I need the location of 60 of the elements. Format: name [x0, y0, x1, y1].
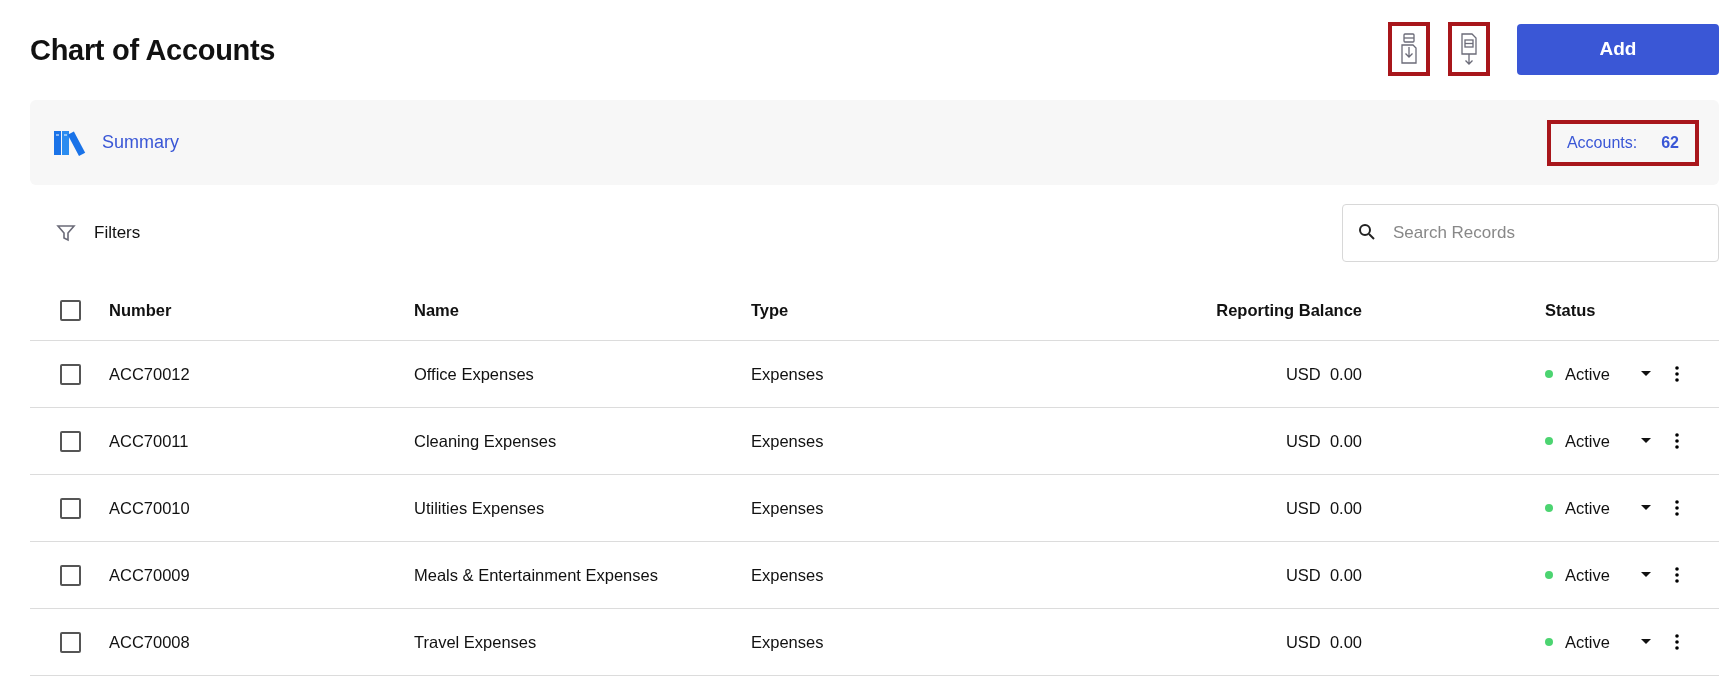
caret-icon[interactable]	[1641, 505, 1651, 511]
export-button[interactable]	[1448, 22, 1490, 76]
import-file-icon	[1400, 33, 1418, 65]
table-cell: ACC70011	[109, 431, 189, 450]
table-cell: Meals & Entertainment Expenses	[414, 565, 658, 584]
table-cell: ACC70010	[109, 498, 190, 517]
column-header: Number	[109, 300, 173, 320]
import-button[interactable]	[1388, 22, 1430, 76]
table-cell: Expenses	[751, 431, 824, 450]
more-icon[interactable]	[1675, 500, 1679, 516]
summary-label[interactable]: Summary	[102, 132, 179, 153]
column-header: Name	[414, 300, 460, 320]
caret-icon[interactable]	[1641, 572, 1651, 578]
row-checkbox[interactable]	[60, 430, 81, 452]
row-checkbox[interactable]	[60, 631, 81, 653]
table-cell: Office Expenses	[414, 364, 534, 383]
table-cell: Expenses	[751, 632, 824, 651]
table-cell: Utilities Expenses	[414, 498, 545, 517]
table-cell: Expenses	[751, 364, 824, 383]
more-icon[interactable]	[1675, 567, 1679, 583]
filters-button[interactable]: Filters	[30, 222, 141, 243]
search-icon	[1358, 222, 1376, 241]
table-cell: USD 0.00	[1285, 632, 1362, 651]
table-cell: USD 0.00	[1285, 498, 1362, 517]
table-cell: Cleaning Expenses	[414, 431, 557, 450]
row-checkbox[interactable]	[60, 363, 81, 385]
accounts-count-label: Accounts:	[1566, 133, 1638, 152]
books-icon	[54, 129, 88, 156]
row-checkbox[interactable]	[60, 497, 81, 519]
accounts-count-value: 62	[1661, 133, 1679, 152]
table-cell: Expenses	[751, 498, 824, 517]
table-cell: Expenses	[751, 565, 824, 584]
more-icon[interactable]	[1675, 366, 1679, 382]
caret-icon[interactable]	[1641, 639, 1651, 645]
status-text: Active	[1565, 498, 1611, 518]
table-cell: ACC70012	[109, 364, 190, 383]
download-file-icon	[1459, 32, 1479, 66]
status-text: Active	[1565, 364, 1611, 384]
column-header: Type	[751, 300, 790, 320]
status-text: Active	[1565, 632, 1611, 652]
table-cell: ACC70008	[109, 632, 190, 651]
page-title: Chart of Accounts	[30, 33, 276, 67]
funnel-icon	[56, 222, 76, 243]
caret-icon[interactable]	[1641, 371, 1651, 377]
row-checkbox[interactable]	[60, 564, 81, 586]
select-all-checkbox[interactable]	[60, 299, 81, 321]
table-cell: ACC70009	[109, 565, 190, 584]
column-header: Status	[1545, 300, 1597, 320]
table-cell: USD 0.00	[1285, 364, 1362, 383]
caret-icon[interactable]	[1641, 438, 1651, 444]
table-cell: Travel Expenses	[414, 632, 537, 651]
status-text: Active	[1565, 431, 1611, 451]
more-icon[interactable]	[1675, 634, 1679, 650]
add-button[interactable]: Add	[1517, 23, 1719, 75]
search-field[interactable]: Search Records	[1342, 203, 1719, 262]
more-icon[interactable]	[1675, 433, 1679, 449]
table-cell: USD 0.00	[1285, 431, 1362, 450]
status-text: Active	[1565, 565, 1611, 585]
table-cell: USD 0.00	[1285, 565, 1362, 584]
column-header: Reporting Balance	[1215, 300, 1362, 320]
